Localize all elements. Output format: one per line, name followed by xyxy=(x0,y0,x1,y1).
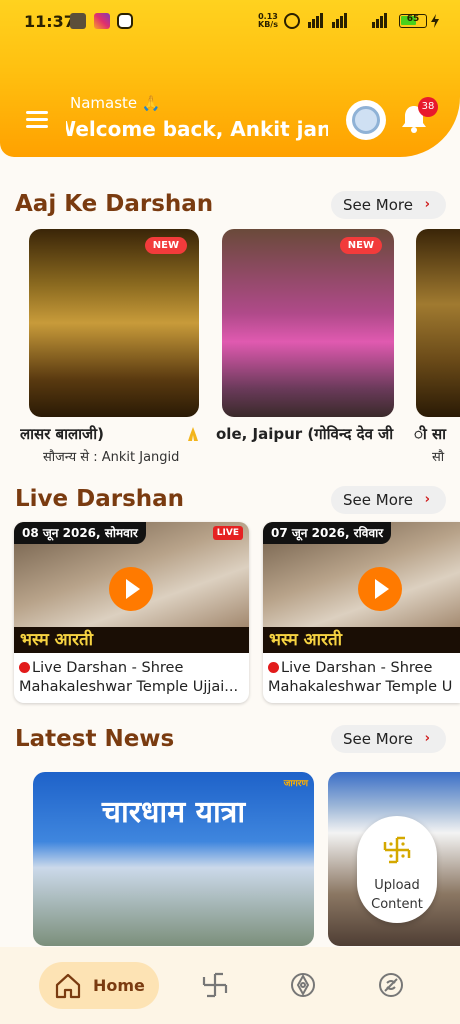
nav-home-label: Home xyxy=(93,976,145,995)
charging-icon xyxy=(431,14,439,28)
news-headline: चारधाम यात्रा xyxy=(101,795,246,830)
see-more-label: See More xyxy=(343,491,413,509)
live-title-line1: Live Darshan - Shree xyxy=(281,660,433,676)
new-tag: NEW xyxy=(339,237,382,254)
live-title-line1: Live Darshan - Shree xyxy=(32,660,184,676)
achievement-badge-icon[interactable] xyxy=(346,100,386,140)
darshan-name: ी सा xyxy=(414,425,447,443)
upload-label-line1: Upload xyxy=(374,878,420,893)
live-caption: भस्म आरती xyxy=(14,627,249,653)
darshan-courtesy: सौजन्य से : Ankit Jangid xyxy=(43,450,180,465)
darshan-card[interactable]: NEW xyxy=(29,229,199,417)
live-caption: भस्म आरती xyxy=(263,627,460,653)
upload-content-button[interactable]: Upload Content xyxy=(357,816,437,923)
signal-icon xyxy=(308,13,323,28)
darshan-courtesy: सौ xyxy=(432,450,445,465)
status-time: 11:37 xyxy=(24,12,75,31)
see-more-news-button[interactable]: See More › xyxy=(331,725,446,753)
swastik-icon xyxy=(383,836,411,864)
live-tag: LIVE xyxy=(212,526,243,540)
live-darshan-card[interactable]: 08 जून 2026, सोमवार LIVE भस्म आरती Live … xyxy=(14,522,249,703)
see-more-label: See More xyxy=(343,730,413,748)
signal-icon xyxy=(332,13,347,28)
app-header: 11:37 0.13 KB/s 65 Namaste 🙏 Welcome bac… xyxy=(0,0,460,157)
battery-level: 65 xyxy=(406,14,420,24)
live-title: Live Darshan - Shree Mahakaleshwar Templ… xyxy=(268,659,460,697)
live-date: 08 जून 2026, सोमवार xyxy=(14,522,146,544)
hotspot-icon xyxy=(284,13,300,29)
play-icon[interactable] xyxy=(358,567,402,611)
menu-icon[interactable] xyxy=(26,111,48,128)
upload-label: Upload Content xyxy=(357,876,437,914)
section-title-news: Latest News xyxy=(15,726,175,752)
live-darshan-card[interactable]: 07 जून 2026, रविवार भस्म आरती Live Darsh… xyxy=(263,522,460,703)
darshan-name: लासर बालाजी) xyxy=(20,425,104,443)
live-dot-icon xyxy=(19,662,30,673)
network-speed: 0.13 KB/s xyxy=(258,13,278,29)
instagram-icon xyxy=(94,13,110,29)
namaste-icon xyxy=(188,427,198,441)
darshan-card[interactable] xyxy=(416,229,460,417)
welcome-text: Welcome back, Ankit jangir xyxy=(66,117,328,141)
notification-count-badge: 38 xyxy=(418,97,438,117)
tools-icon xyxy=(70,13,86,29)
live-title-line2: Mahakaleshwar Temple Ujjai... xyxy=(19,679,239,695)
live-thumbnail: 08 जून 2026, सोमवार LIVE भस्म आरती xyxy=(14,522,249,653)
signal-icon xyxy=(372,13,387,28)
live-title-line2: Mahakaleshwar Temple U xyxy=(268,679,453,695)
bottom-navigation: Home xyxy=(0,947,460,1024)
see-more-label: See More xyxy=(343,196,413,214)
status-bar: 11:37 0.13 KB/s 65 xyxy=(0,0,460,44)
live-thumbnail: 07 जून 2026, रविवार भस्म आरती xyxy=(263,522,460,653)
section-title-darshan: Aaj Ke Darshan xyxy=(15,191,214,217)
live-dot-icon xyxy=(268,662,279,673)
notification-bell-icon[interactable]: 38 xyxy=(400,97,438,134)
chevron-right-icon: › xyxy=(424,492,430,507)
play-icon[interactable] xyxy=(109,567,153,611)
darshan-card[interactable]: NEW xyxy=(222,229,394,417)
upload-label-line2: Content xyxy=(371,897,423,912)
see-more-darshan-button[interactable]: See More › xyxy=(331,191,446,219)
net-speed-unit: KB/s xyxy=(258,20,278,29)
nav-home-tab[interactable]: Home xyxy=(39,962,159,1009)
see-more-live-button[interactable]: See More › xyxy=(331,486,446,514)
news-card[interactable]: जागरण चारधाम यात्रा xyxy=(33,772,314,946)
swastik-nav-icon[interactable] xyxy=(201,971,229,999)
greeting-text: Namaste 🙏 xyxy=(70,94,161,112)
battery-icon: 65 xyxy=(399,14,427,28)
new-tag: NEW xyxy=(144,237,187,254)
temple-nav-icon[interactable] xyxy=(289,971,317,999)
news-source-logo: जागरण xyxy=(283,779,308,789)
chevron-right-icon: › xyxy=(424,197,430,212)
welcome-label: Welcome back, Ankit jangir xyxy=(66,117,328,141)
link-icon xyxy=(117,13,133,29)
home-icon xyxy=(55,973,81,999)
darshan-name: ole, Jaipur (गोविन्द देव जी म xyxy=(216,425,398,443)
section-title-live: Live Darshan xyxy=(15,486,185,512)
live-date: 07 जून 2026, रविवार xyxy=(263,522,392,544)
offering-nav-icon[interactable] xyxy=(377,971,405,999)
chevron-right-icon: › xyxy=(424,731,430,746)
live-title: Live Darshan - Shree Mahakaleshwar Templ… xyxy=(19,659,245,697)
